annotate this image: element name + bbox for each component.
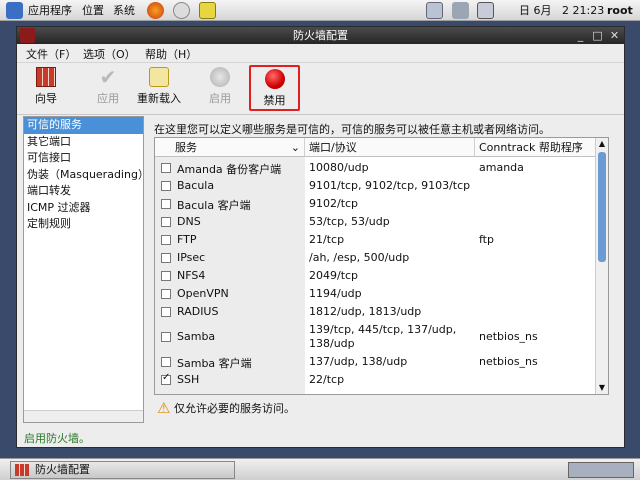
service-checkbox[interactable] [161, 217, 171, 227]
title-bar[interactable]: 防火墙配置 _ □ ✕ [17, 27, 624, 44]
category-list: 可信的服务 其它端口 可信接口 伪装（Masquerading） 端口转发 IC… [23, 116, 149, 423]
close-icon[interactable]: ✕ [607, 28, 622, 43]
top-panel: 应用程序 位置 系统 日 6月 2 21:23 root [0, 0, 640, 21]
system-menu[interactable]: 系统 [113, 0, 135, 21]
notes-icon[interactable] [199, 2, 216, 19]
nav-trusted-interfaces[interactable]: 可信接口 [24, 150, 143, 167]
enable-icon [210, 67, 230, 87]
firefox-icon[interactable] [147, 2, 164, 19]
table-row[interactable]: NFS4 2049/tcp [155, 267, 595, 285]
stop-icon [264, 69, 285, 89]
services-table: 服务 ⌄ 端口/协议 Conntrack 帮助程序 Amanda 备份客户端 1… [154, 137, 609, 395]
table-row[interactable]: Samba 客户端 137/udp, 138/udp netbios_ns [155, 353, 595, 371]
nav-horizontal-scrollbar[interactable] [24, 410, 143, 422]
taskbar-firewall-window[interactable]: 防火墙配置 [10, 461, 235, 479]
disable-button[interactable]: 禁用 [249, 65, 300, 111]
services-description: 在这里您可以定义哪些服务是可信的，可信的服务可以被任意主机或者网络访问。 [154, 123, 550, 136]
window-menu-icon[interactable] [20, 28, 35, 43]
table-row[interactable]: Bacula 9101/tcp, 9102/tcp, 9103/tcp [155, 177, 595, 195]
service-checkbox[interactable] [161, 289, 171, 299]
service-checkbox[interactable] [161, 199, 171, 209]
nav-masquerading[interactable]: 伪装（Masquerading） [24, 167, 149, 184]
clock-time[interactable]: 2 21:23 [562, 0, 604, 21]
service-checkbox[interactable] [161, 332, 171, 342]
places-menu[interactable]: 位置 [82, 0, 104, 21]
table-row[interactable]: IPsec /ah, /esp, 500/udp [155, 249, 595, 267]
toolbar: 向导 ✔ 应用 重新载入 启用 禁用 [17, 63, 624, 115]
network-icon[interactable] [426, 2, 443, 19]
reload-icon [149, 67, 169, 87]
service-checkbox[interactable] [161, 235, 171, 245]
nav-port-forwarding[interactable]: 端口转发 [24, 183, 143, 200]
service-checkbox[interactable] [161, 163, 171, 173]
service-checkbox[interactable] [161, 357, 171, 367]
column-header-helper[interactable]: Conntrack 帮助程序 [475, 138, 596, 157]
enable-button[interactable]: 启用 [203, 65, 237, 111]
wizard-icon [36, 67, 56, 87]
status-bar: 启用防火墙。 [24, 432, 90, 445]
table-row[interactable]: Samba 139/tcp, 445/tcp, 137/udp, 138/udp… [155, 321, 595, 353]
check-icon: ✔ [99, 65, 117, 89]
warning-note: ⚠ 仅允许必要的服务访问。 [157, 399, 295, 417]
firewall-window: 防火墙配置 _ □ ✕ 文件（F） 选项（O） 帮助（H） 向导 ✔ 应用 重新… [16, 26, 625, 448]
table-vertical-scrollbar[interactable]: ▲ ▼ [595, 138, 608, 394]
apply-button[interactable]: ✔ 应用 [91, 65, 125, 111]
reload-button[interactable]: 重新载入 [135, 65, 183, 111]
scroll-up-icon[interactable]: ▲ [596, 138, 608, 150]
table-row[interactable]: Bacula 客户端 9102/tcp [155, 195, 595, 213]
volume-icon[interactable] [452, 2, 469, 19]
nav-icmp-filter[interactable]: ICMP 过滤器 [24, 200, 143, 217]
service-checkbox[interactable] [161, 307, 171, 317]
apps-icon [6, 2, 23, 19]
wizard-button[interactable]: 向导 [29, 65, 63, 111]
table-row[interactable]: SSH 22/tcp [155, 371, 595, 389]
table-row[interactable]: FTP 21/tcp ftp [155, 231, 595, 249]
maximize-icon[interactable]: □ [590, 28, 605, 43]
service-checkbox[interactable] [161, 271, 171, 281]
warning-icon: ⚠ [157, 399, 171, 417]
service-checkbox[interactable] [161, 372, 171, 385]
nav-other-ports[interactable]: 其它端口 [24, 134, 143, 151]
table-row[interactable]: Amanda 备份客户端 10080/udp amanda [155, 159, 595, 177]
nav-trusted-services[interactable]: 可信的服务 [24, 117, 143, 134]
service-checkbox[interactable] [161, 253, 171, 263]
user-menu[interactable]: root [607, 0, 633, 21]
column-header-service[interactable]: 服务 ⌄ [155, 138, 305, 157]
menu-options[interactable]: 选项（O） [83, 46, 136, 62]
table-row[interactable]: OpenVPN 1194/udp [155, 285, 595, 303]
firewall-tray-icon[interactable] [477, 2, 494, 19]
task-firewall-icon [15, 464, 29, 476]
menu-file[interactable]: 文件（F） [26, 46, 76, 62]
sort-chevron-icon: ⌄ [290, 141, 300, 154]
bottom-panel: 防火墙配置 [0, 458, 640, 480]
minimize-icon[interactable]: _ [573, 28, 588, 43]
column-header-ports[interactable]: 端口/协议 [305, 138, 475, 157]
window-title: 防火墙配置 [293, 29, 348, 42]
table-row[interactable]: RADIUS 1812/udp, 1813/udp [155, 303, 595, 321]
mail-icon[interactable] [173, 2, 190, 19]
menu-help[interactable]: 帮助（H） [145, 46, 197, 62]
nav-custom-rules[interactable]: 定制规则 [24, 216, 143, 233]
service-checkbox[interactable] [161, 181, 171, 191]
scroll-down-icon[interactable]: ▼ [596, 382, 608, 394]
clock-date[interactable]: 日 6月 [519, 0, 552, 21]
workspace-switcher[interactable] [568, 462, 634, 478]
applications-menu[interactable]: 应用程序 [28, 0, 72, 21]
scroll-thumb[interactable] [598, 152, 606, 262]
table-row[interactable]: DNS 53/tcp, 53/udp [155, 213, 595, 231]
menu-bar: 文件（F） 选项（O） 帮助（H） [17, 44, 624, 63]
